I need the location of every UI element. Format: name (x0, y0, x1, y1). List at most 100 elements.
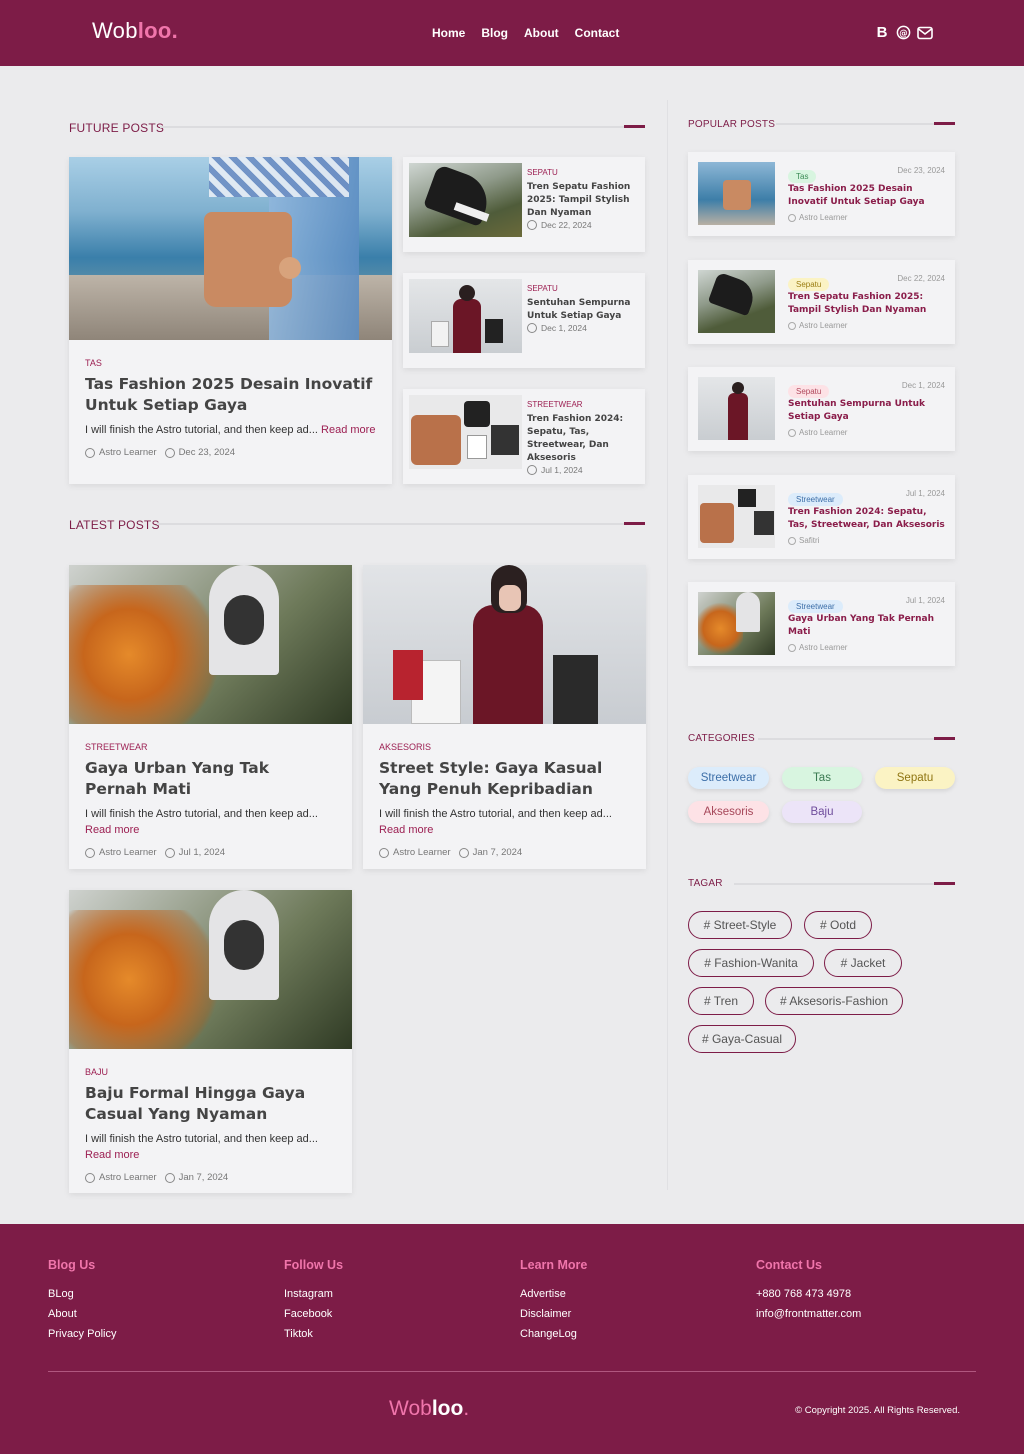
category-pill-sepatu[interactable]: Sepatu (875, 767, 955, 789)
latest-post-card[interactable]: STREETWEAR Gaya Urban Yang Tak Pernah Ma… (69, 565, 352, 869)
nav-home[interactable]: Home (432, 26, 465, 40)
post-date: Dec 22, 2024 (897, 274, 945, 283)
category-badge[interactable]: Streetwear (788, 493, 843, 506)
featured-post-image (69, 157, 392, 340)
site-logo[interactable]: Wobloo. (92, 18, 178, 44)
post-title[interactable]: Tren Sepatu Fashion 2025: Tampil Stylish… (788, 291, 948, 317)
post-author-row: Safitri (788, 536, 948, 545)
latest-post-card[interactable]: BAJU Baju Formal Hingga Gaya Casual Yang… (69, 890, 352, 1193)
future-side-card[interactable]: SEPATU Sentuhan Sempurna Untuk Setiap Ga… (403, 273, 645, 368)
mail-icon[interactable] (917, 26, 933, 40)
post-date: Jul 1, 2024 (178, 847, 226, 858)
threads-icon[interactable]: @ (896, 25, 911, 40)
future-side-card[interactable]: SEPATU Tren Sepatu Fashion 2025: Tampil … (403, 157, 645, 252)
tag-aksesoris-fashion[interactable]: # Aksesoris-Fashion (765, 987, 903, 1015)
footer-link[interactable]: Instagram (284, 1288, 343, 1300)
post-author-row: Astro Learner (788, 428, 948, 437)
post-author: Astro Learner (799, 643, 848, 652)
post-title[interactable]: Tas Fashion 2025 Desain Inovatif Untuk S… (788, 183, 948, 209)
post-title[interactable]: Tas Fashion 2025 Desain Inovatif Untuk S… (85, 374, 376, 416)
user-icon (788, 213, 796, 222)
popular-post-card[interactable]: Tas Dec 23, 2024 Tas Fashion 2025 Desain… (688, 152, 955, 236)
popular-post-card[interactable]: Streetwear Jul 1, 2024 Tren Fashion 2024… (688, 475, 955, 559)
post-date: Dec 22, 2024 (541, 220, 592, 230)
popular-post-card[interactable]: Sepatu Dec 22, 2024 Tren Sepatu Fashion … (688, 260, 955, 344)
footer-link[interactable]: Advertise (520, 1288, 587, 1300)
footer-heading: Blog Us (48, 1258, 96, 1272)
footer-col-contact: Contact Us +880 768 473 4978 info@frontm… (756, 1258, 861, 1328)
read-more-link[interactable]: Read more (85, 1149, 139, 1161)
tag-gaya-casual[interactable]: # Gaya-Casual (688, 1025, 796, 1053)
post-title[interactable]: Baju Formal Hingga Gaya Casual Yang Nyam… (85, 1083, 336, 1125)
excerpt-text: I will finish the Astro tutorial, and th… (85, 424, 318, 436)
tag-jacket[interactable]: # Jacket (824, 949, 902, 977)
category-pill-streetwear[interactable]: Streetwear (688, 767, 769, 789)
footer-link[interactable]: BLog (48, 1288, 116, 1300)
footer-link[interactable]: Privacy Policy (48, 1328, 116, 1340)
footer-email[interactable]: info@frontmatter.com (756, 1308, 861, 1320)
post-title[interactable]: Tren Sepatu Fashion 2025: Tampil Stylish… (527, 181, 639, 220)
post-title[interactable]: Gaya Urban Yang Tak Pernah Mati (788, 613, 948, 639)
tag-fashion-wanita[interactable]: # Fashion-Wanita (688, 949, 814, 977)
post-author: Astro Learner (99, 847, 157, 858)
footer-link[interactable]: About (48, 1308, 116, 1320)
footer-divider (48, 1371, 976, 1372)
latest-post-card[interactable]: AKSESORIS Street Style: Gaya Kasual Yang… (363, 565, 646, 869)
post-title[interactable]: Tren Fashion 2024: Sepatu, Tas, Streetwe… (527, 413, 639, 465)
logo-dot: . (463, 1397, 470, 1420)
footer-logo[interactable]: Wobloo. (389, 1397, 469, 1421)
post-thumbnail (409, 395, 522, 469)
category-badge[interactable]: Sepatu (788, 278, 830, 291)
nav-contact[interactable]: Contact (575, 26, 620, 40)
footer-link[interactable]: Facebook (284, 1308, 343, 1320)
footer-phone[interactable]: +880 768 473 4978 (756, 1288, 861, 1300)
post-category[interactable]: STREETWEAR (85, 742, 336, 752)
blogger-icon[interactable]: B (874, 24, 890, 41)
post-title[interactable]: Tren Fashion 2024: Sepatu, Tas, Streetwe… (788, 506, 948, 532)
category-pill-baju[interactable]: Baju (782, 801, 862, 823)
read-more-link[interactable]: Read more (321, 424, 375, 436)
category-badge[interactable]: Streetwear (788, 600, 843, 613)
category-pill-aksesoris[interactable]: Aksesoris (688, 801, 769, 823)
footer-col-follow: Follow Us Instagram Facebook Tiktok (284, 1258, 343, 1348)
category-badge[interactable]: Tas (788, 170, 817, 183)
featured-post-card[interactable]: TAS Tas Fashion 2025 Desain Inovatif Unt… (69, 157, 392, 484)
category-pill-tas[interactable]: Tas (782, 767, 862, 789)
footer-heading: Contact Us (756, 1258, 822, 1272)
popular-post-card[interactable]: Sepatu Dec 1, 2024 Sentuhan Sempurna Unt… (688, 367, 955, 451)
post-date: Jan 7, 2024 (178, 1172, 229, 1183)
logo-text: Wob (92, 18, 138, 43)
popular-post-card[interactable]: Streetwear Jul 1, 2024 Gaya Urban Yang T… (688, 582, 955, 666)
post-title[interactable]: Sentuhan Sempurna Untuk Setiap Gaya (788, 398, 948, 424)
footer-link[interactable]: Tiktok (284, 1328, 343, 1340)
logo-accent: loo (137, 18, 172, 43)
post-category[interactable]: SEPATU (527, 284, 639, 293)
nav-about[interactable]: About (524, 26, 559, 40)
post-meta: Dec 1, 2024 (527, 323, 639, 333)
post-title[interactable]: Gaya Urban Yang Tak Pernah Mati (85, 758, 336, 800)
post-category[interactable]: AKSESORIS (379, 742, 630, 752)
post-title[interactable]: Sentuhan Sempurna Untuk Setiap Gaya (527, 297, 639, 323)
future-posts-title: FUTURE POSTS (69, 121, 165, 135)
post-title[interactable]: Street Style: Gaya Kasual Yang Penuh Kep… (379, 758, 630, 800)
post-author: Astro Learner (799, 321, 848, 330)
tag-ootd[interactable]: # Ootd (804, 911, 872, 939)
post-category[interactable]: BAJU (85, 1067, 336, 1077)
future-side-card[interactable]: STREETWEAR Tren Fashion 2024: Sepatu, Ta… (403, 389, 645, 484)
category-badge[interactable]: Sepatu (788, 385, 830, 398)
logo-text: Wob (389, 1397, 432, 1420)
post-image (69, 890, 352, 1049)
tag-tren[interactable]: # Tren (688, 987, 754, 1015)
read-more-link[interactable]: Read more (85, 824, 139, 836)
footer-link[interactable]: ChangeLog (520, 1328, 587, 1340)
tag-street-style[interactable]: # Street-Style (688, 911, 792, 939)
nav-blog[interactable]: Blog (481, 26, 508, 40)
post-category[interactable]: SEPATU (527, 168, 639, 177)
footer-link[interactable]: Disclaimer (520, 1308, 587, 1320)
post-excerpt: I will finish the Astro tutorial, and th… (85, 1131, 336, 1163)
read-more-link[interactable]: Read more (379, 824, 433, 836)
post-category[interactable]: STREETWEAR (527, 400, 639, 409)
post-meta: Astro Learner Jan 7, 2024 (379, 847, 630, 858)
post-category[interactable]: TAS (85, 358, 376, 368)
popular-posts-title: POPULAR POSTS (688, 119, 776, 130)
